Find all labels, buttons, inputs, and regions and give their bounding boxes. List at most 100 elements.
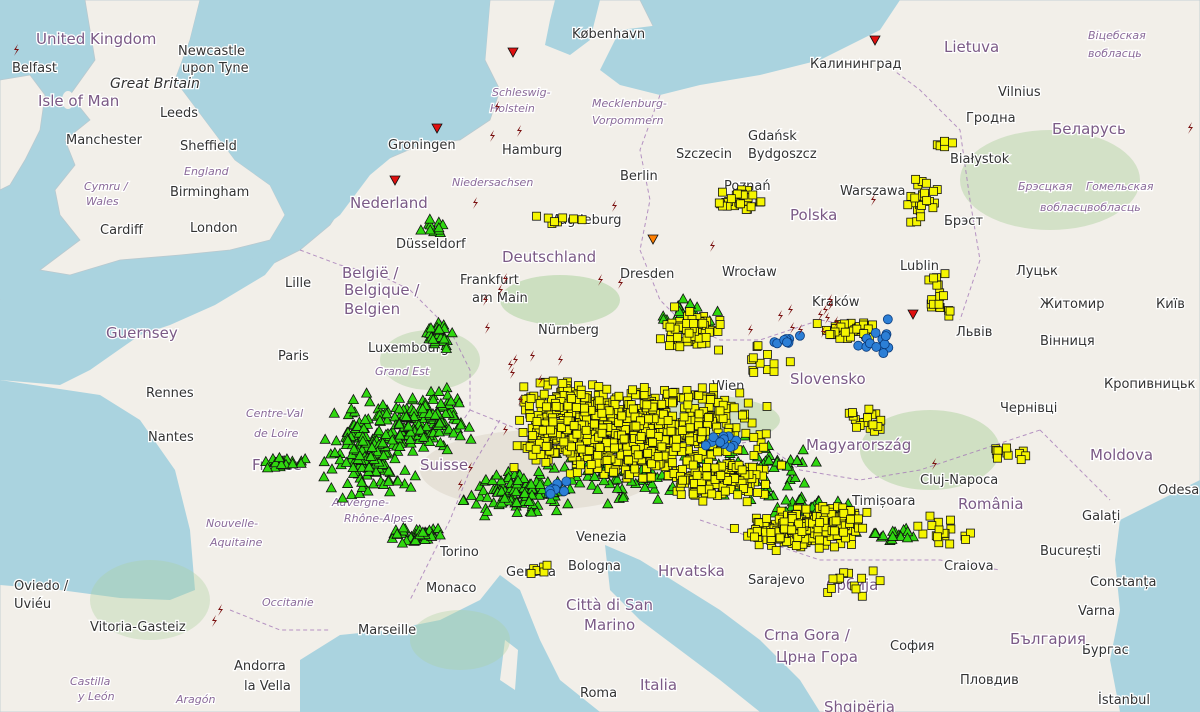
strike-marker-square[interactable] bbox=[665, 341, 674, 351]
lightning-icon[interactable] bbox=[218, 604, 223, 616]
strike-marker-square[interactable] bbox=[846, 514, 856, 524]
strike-marker-square[interactable] bbox=[929, 186, 938, 196]
strike-marker-square[interactable] bbox=[753, 341, 763, 351]
strike-marker-square[interactable] bbox=[647, 459, 656, 469]
strike-marker-square[interactable] bbox=[762, 402, 772, 411]
strike-marker-circle[interactable] bbox=[853, 340, 864, 351]
strike-marker-circle[interactable] bbox=[545, 489, 556, 499]
strike-marker-square[interactable] bbox=[857, 573, 867, 583]
strike-marker-square[interactable] bbox=[559, 437, 569, 447]
strike-marker-square[interactable] bbox=[589, 419, 599, 429]
strike-marker-square[interactable] bbox=[644, 414, 654, 424]
strike-marker-square[interactable] bbox=[726, 194, 736, 204]
strike-marker-triangle[interactable] bbox=[533, 465, 545, 476]
strike-marker-square[interactable] bbox=[929, 273, 939, 283]
strike-marker-square[interactable] bbox=[815, 518, 825, 528]
strike-marker-square[interactable] bbox=[858, 523, 868, 533]
strike-marker-square[interactable] bbox=[670, 302, 679, 312]
strike-marker-square[interactable] bbox=[558, 213, 568, 223]
strike-marker-square[interactable] bbox=[576, 390, 586, 399]
strike-marker-square[interactable] bbox=[541, 457, 551, 467]
strike-marker-triangle[interactable] bbox=[325, 482, 338, 493]
strike-marker-square[interactable] bbox=[657, 442, 667, 452]
strike-marker-square[interactable] bbox=[619, 434, 629, 444]
strike-marker-square[interactable] bbox=[777, 460, 786, 470]
strike-marker-square[interactable] bbox=[945, 539, 955, 549]
strike-marker-square[interactable] bbox=[624, 455, 633, 465]
strike-marker-square[interactable] bbox=[683, 400, 693, 410]
strike-marker-square[interactable] bbox=[742, 497, 752, 507]
strike-marker-square[interactable] bbox=[593, 451, 603, 460]
strike-marker-square[interactable] bbox=[916, 212, 926, 222]
strike-marker-square[interactable] bbox=[698, 496, 708, 506]
strike-marker-triangle[interactable] bbox=[347, 393, 360, 405]
strike-marker-square[interactable] bbox=[863, 413, 872, 423]
strike-marker-square[interactable] bbox=[671, 442, 681, 452]
strike-marker-square[interactable] bbox=[748, 353, 758, 363]
strike-marker-square[interactable] bbox=[667, 458, 677, 468]
lightning-markers[interactable] bbox=[0, 0, 1200, 712]
strike-marker-square[interactable] bbox=[747, 418, 757, 428]
strike-marker-square[interactable] bbox=[572, 403, 581, 412]
strike-marker-square[interactable] bbox=[636, 432, 646, 441]
strike-marker-triangle[interactable] bbox=[328, 407, 340, 418]
lightning-icon[interactable] bbox=[828, 299, 833, 311]
strike-marker-square[interactable] bbox=[638, 473, 648, 483]
strike-marker-triangle[interactable] bbox=[407, 445, 419, 456]
lightning-icon[interactable] bbox=[530, 350, 535, 362]
strike-marker-square[interactable] bbox=[546, 425, 555, 435]
strike-marker-square[interactable] bbox=[515, 415, 525, 425]
strike-marker-square[interactable] bbox=[927, 521, 937, 530]
strike-marker-square[interactable] bbox=[736, 199, 745, 209]
strike-marker-square[interactable] bbox=[875, 576, 885, 586]
strike-marker-triangle[interactable] bbox=[602, 497, 614, 509]
lightning-icon[interactable] bbox=[825, 312, 830, 324]
strike-marker-square[interactable] bbox=[594, 382, 604, 391]
strike-marker-square[interactable] bbox=[825, 330, 835, 339]
strike-marker-square[interactable] bbox=[539, 389, 549, 399]
strike-marker-triangle[interactable] bbox=[798, 477, 811, 488]
lightning-icon[interactable] bbox=[598, 274, 603, 286]
strike-marker-square[interactable] bbox=[749, 367, 759, 377]
strike-marker-square[interactable] bbox=[741, 428, 751, 438]
strike-marker-square[interactable] bbox=[852, 422, 861, 432]
strike-marker-square[interactable] bbox=[785, 357, 795, 367]
strike-marker-square[interactable] bbox=[569, 421, 579, 431]
strike-marker-square[interactable] bbox=[945, 306, 955, 316]
strike-marker-square[interactable] bbox=[946, 515, 955, 525]
strike-marker-square[interactable] bbox=[766, 528, 776, 537]
lightning-icon[interactable] bbox=[468, 462, 473, 474]
strike-marker-square[interactable] bbox=[771, 546, 781, 555]
strike-marker-square[interactable] bbox=[698, 318, 708, 328]
strike-marker-square[interactable] bbox=[675, 342, 685, 352]
strike-marker-square[interactable] bbox=[685, 423, 695, 433]
lightning-icon[interactable] bbox=[790, 322, 795, 334]
strike-marker-square[interactable] bbox=[668, 388, 678, 398]
strike-marker-square[interactable] bbox=[688, 489, 698, 499]
strike-marker-square[interactable] bbox=[1002, 443, 1012, 453]
strike-marker-square[interactable] bbox=[538, 425, 548, 435]
strike-marker-square[interactable] bbox=[697, 427, 707, 437]
strike-marker-triangle[interactable] bbox=[406, 392, 419, 403]
strike-marker-square[interactable] bbox=[911, 174, 921, 184]
strike-marker-square[interactable] bbox=[676, 490, 686, 499]
strike-marker-circle[interactable] bbox=[782, 337, 792, 348]
strike-marker-square[interactable] bbox=[831, 516, 841, 526]
lightning-icon[interactable] bbox=[788, 304, 793, 316]
strike-marker-square[interactable] bbox=[678, 475, 687, 485]
strike-marker-square[interactable] bbox=[920, 188, 929, 198]
strike-marker-triangle-down[interactable] bbox=[647, 234, 659, 245]
strike-marker-triangle-down[interactable] bbox=[431, 123, 443, 134]
strike-marker-square[interactable] bbox=[586, 460, 596, 469]
strike-marker-square[interactable] bbox=[1016, 455, 1026, 465]
strike-marker-square[interactable] bbox=[857, 591, 867, 601]
strike-marker-square[interactable] bbox=[630, 464, 640, 474]
strike-marker-square[interactable] bbox=[610, 443, 619, 453]
strike-marker-triangle[interactable] bbox=[424, 213, 436, 224]
strike-marker-square[interactable] bbox=[685, 307, 695, 317]
strike-marker-triangle[interactable] bbox=[330, 435, 343, 446]
strike-marker-square[interactable] bbox=[694, 409, 704, 419]
strike-marker-square[interactable] bbox=[913, 521, 923, 531]
strike-marker-square[interactable] bbox=[759, 442, 769, 452]
strike-marker-triangle[interactable] bbox=[319, 433, 331, 444]
